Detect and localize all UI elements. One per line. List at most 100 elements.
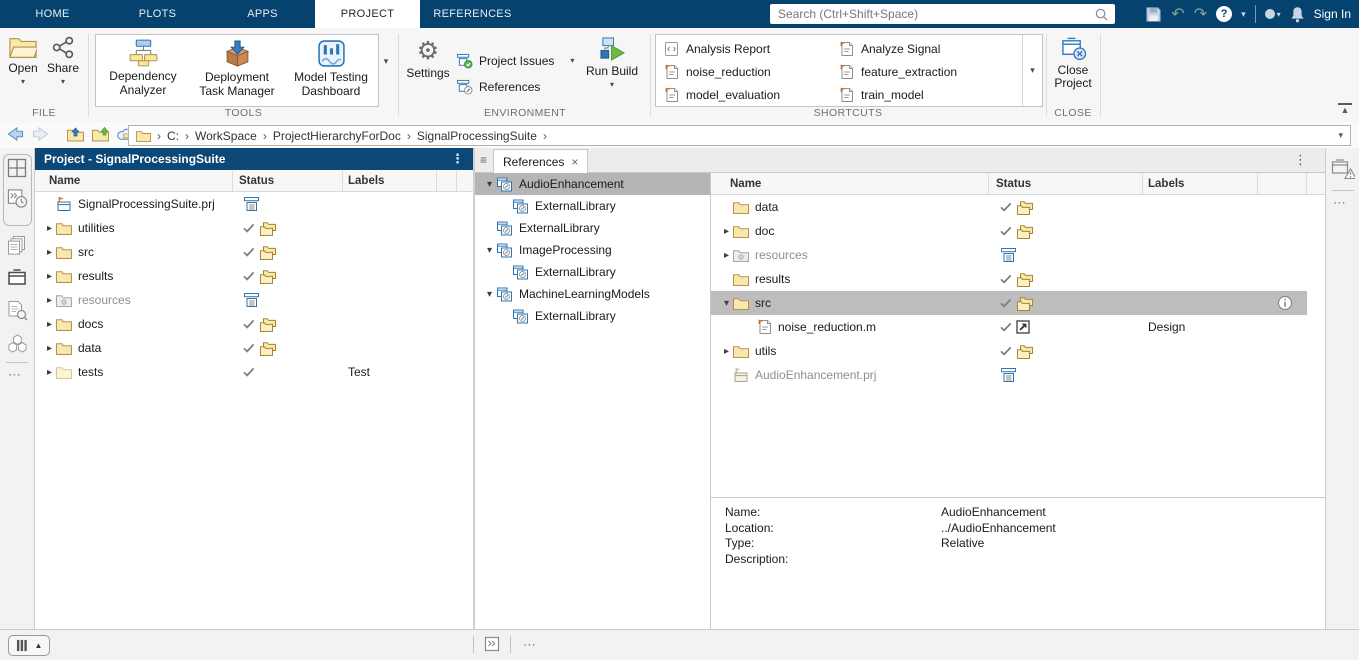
expand-arrow-icon[interactable]: ▸ (43, 271, 56, 282)
share-button[interactable]: Share ▾ (44, 36, 82, 86)
deployment-task-manager-button[interactable]: DeploymentTask Manager (190, 35, 284, 106)
help-dropdown-caret-icon[interactable]: ▾ (1241, 9, 1246, 20)
collapse-arrow-icon[interactable]: ▾ (483, 179, 496, 190)
table-row[interactable]: data (711, 195, 1325, 219)
settings-button[interactable]: ⚙ Settings (404, 38, 452, 80)
tree-item-audioenhancement[interactable]: ▾ AudioEnhancement (475, 173, 710, 195)
table-row[interactable]: SignalProcessingSuite.prj (35, 192, 473, 216)
shortcut-feature-extraction[interactable]: feature_extraction (839, 60, 957, 83)
table-row[interactable]: ▸ src (35, 240, 473, 264)
command-history-icon[interactable] (7, 188, 28, 209)
files-icon[interactable] (7, 235, 27, 256)
tree-item-externallibrary[interactable]: ExternalLibrary (475, 217, 710, 239)
tree-item-externallibrary[interactable]: ExternalLibrary (475, 261, 710, 283)
save-icon[interactable] (1145, 6, 1162, 23)
table-row[interactable]: ▸ resources (711, 243, 1325, 267)
breadcrumb-segment[interactable]: WorkSpace (195, 129, 257, 143)
details-panel-toggle-button[interactable]: ▲ (8, 635, 50, 656)
column-header-labels[interactable]: Labels (1143, 173, 1258, 194)
project-issues-warning-icon[interactable] (1331, 158, 1355, 180)
shortcut-model-evaluation[interactable]: model_evaluation (664, 83, 780, 106)
breadcrumb-segment[interactable]: SignalProcessingSuite (417, 129, 537, 143)
undo-icon[interactable]: ↶ (1171, 4, 1184, 24)
close-project-button[interactable]: CloseProject (1049, 36, 1097, 90)
expand-arrow-icon[interactable]: ▸ (720, 226, 733, 237)
table-row[interactable]: ▸ docs (35, 312, 473, 336)
expand-arrow-icon[interactable]: ▸ (43, 367, 56, 378)
table-row[interactable]: ▸ utils (711, 339, 1325, 363)
tab-bar-menu-icon[interactable]: ⋮ (1294, 152, 1307, 168)
column-header-name[interactable]: Name (711, 173, 989, 194)
expand-arrow-icon[interactable]: ▸ (43, 343, 56, 354)
collapse-arrow-icon[interactable]: ▾ (483, 289, 496, 300)
table-row[interactable]: ▸ results (35, 264, 473, 288)
tab-apps[interactable]: APPS (210, 0, 315, 28)
expand-arrow-icon[interactable]: ▸ (720, 346, 733, 357)
info-icon[interactable] (1277, 295, 1293, 311)
tab-home[interactable]: HOME (0, 0, 105, 28)
account-icon[interactable]: ▾ (1265, 9, 1281, 19)
shortcuts-gallery-dropdown-caret-icon[interactable]: ▾ (1022, 35, 1042, 106)
help-icon[interactable]: ? (1216, 6, 1232, 22)
dependencies-cubes-icon[interactable] (7, 334, 28, 353)
table-row[interactable]: results (711, 267, 1325, 291)
expand-arrow-icon[interactable]: ▸ (43, 295, 56, 306)
tab-project[interactable]: PROJECT (315, 0, 420, 28)
back-icon[interactable] (7, 126, 24, 142)
column-header-name[interactable]: Name (35, 170, 233, 191)
breadcrumb[interactable]: › C: › WorkSpace › ProjectHierarchyForDo… (128, 125, 1351, 146)
table-row[interactable]: ▸ data (35, 336, 473, 360)
table-row[interactable]: ▸ resources (35, 288, 473, 312)
collapse-arrow-icon[interactable]: ▾ (720, 298, 733, 309)
shortcut-noise-reduction[interactable]: noise_reduction (664, 60, 780, 83)
add-folder-icon[interactable] (92, 127, 109, 142)
notifications-bell-icon[interactable] (1290, 6, 1305, 23)
project-box-icon[interactable] (7, 268, 27, 286)
layout-grid-icon[interactable] (7, 158, 27, 178)
table-row-selected[interactable]: ▾ src (711, 291, 1307, 315)
tab-plots[interactable]: PLOTS (105, 0, 210, 28)
column-header-status[interactable]: Status (233, 170, 343, 191)
breadcrumb-segment[interactable]: C: (167, 129, 179, 143)
more-dots-icon[interactable]: ⋯ (523, 637, 538, 653)
collapse-ribbon-button[interactable]: ▲ (1338, 103, 1352, 114)
run-build-button[interactable]: Run Build ▾ (584, 36, 640, 89)
table-row[interactable]: AudioEnhancement.prj (711, 363, 1325, 387)
redo-icon[interactable]: ↷ (1194, 4, 1207, 24)
panel-menu-icon[interactable]: ⋮ (451, 151, 464, 167)
expand-arrow-icon[interactable]: ▸ (43, 247, 56, 258)
more-dots-icon[interactable]: ⋯ (1333, 195, 1347, 211)
table-row[interactable]: ▸ utilities (35, 216, 473, 240)
file-details-icon[interactable] (7, 300, 28, 321)
shortcut-analysis-report[interactable]: Analysis Report (664, 37, 780, 60)
search-input[interactable] (770, 7, 1094, 21)
tab-list-icon[interactable]: ≡ (480, 153, 487, 167)
project-issues-button[interactable]: Project Issues ▾ (456, 48, 574, 74)
tree-item-externallibrary[interactable]: ExternalLibrary (475, 305, 710, 327)
up-folder-icon[interactable] (67, 127, 84, 142)
tree-item-machinelearningmodels[interactable]: ▾ MachineLearningModels (475, 283, 710, 305)
table-row[interactable]: noise_reduction.m Design (711, 315, 1325, 339)
references-document-tab[interactable]: References × (493, 149, 588, 173)
tree-item-imageprocessing[interactable]: ▾ ImageProcessing (475, 239, 710, 261)
model-testing-dashboard-button[interactable]: Model TestingDashboard (284, 35, 378, 106)
column-header-status[interactable]: Status (989, 173, 1143, 194)
tree-item-externallibrary[interactable]: ExternalLibrary (475, 195, 710, 217)
expand-arrow-icon[interactable]: ▸ (720, 250, 733, 261)
address-dropdown-caret-icon[interactable]: ▾ (1338, 130, 1350, 141)
breadcrumb-segment[interactable]: ProjectHierarchyForDoc (273, 129, 401, 143)
close-tab-icon[interactable]: × (571, 155, 578, 169)
column-header-labels[interactable]: Labels (343, 170, 437, 191)
shortcut-analyze-signal[interactable]: Analyze Signal (839, 37, 957, 60)
expand-arrow-icon[interactable]: ▸ (43, 223, 56, 234)
tools-gallery-dropdown-caret-icon[interactable]: ▾ (379, 56, 393, 67)
more-dots-icon[interactable]: ⋯ (8, 367, 22, 383)
dependency-analyzer-button[interactable]: DependencyAnalyzer (96, 35, 190, 106)
open-button[interactable]: Open ▾ (4, 36, 42, 86)
sign-in-button[interactable]: Sign In (1314, 7, 1351, 21)
table-row[interactable]: ▸ doc (711, 219, 1325, 243)
expand-arrow-icon[interactable]: ▸ (43, 319, 56, 330)
collapse-arrow-icon[interactable]: ▾ (483, 245, 496, 256)
tab-references[interactable]: REFERENCES (420, 0, 525, 28)
command-panel-icon[interactable] (484, 636, 500, 652)
